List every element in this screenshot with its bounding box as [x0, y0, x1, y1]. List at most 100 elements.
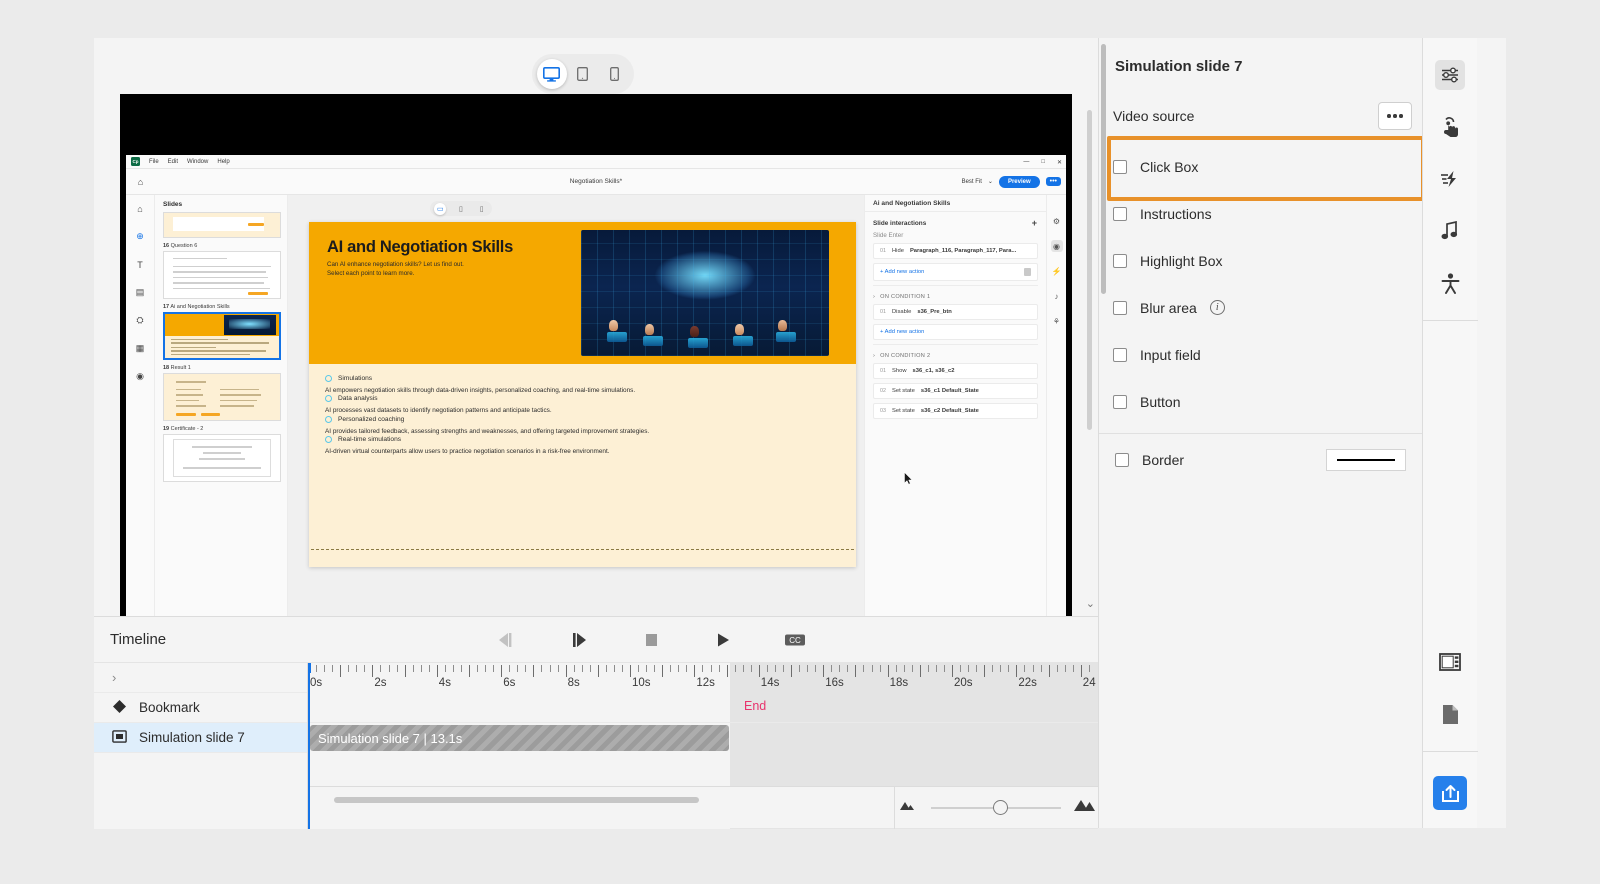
accessibility-icon[interactable]: [1435, 268, 1465, 298]
checkbox-border[interactable]: [1115, 453, 1129, 467]
slide-point[interactable]: Real-time simulations AI-driven virtual …: [325, 435, 842, 456]
menu-edit[interactable]: Edit: [168, 159, 178, 165]
checkbox-click-box[interactable]: [1113, 159, 1127, 174]
add-interaction-icon[interactable]: +: [1032, 218, 1037, 228]
condition-header[interactable]: › ON CONDITION 2: [865, 347, 1046, 363]
device-mobile-button[interactable]: [599, 59, 629, 89]
zoom-select[interactable]: Best Fit: [962, 179, 982, 185]
device-desktop-button[interactable]: [536, 59, 567, 89]
checkbox-row-highlight-box[interactable]: Highlight Box: [1099, 237, 1428, 284]
action-card[interactable]: 01 Disable s36_Pre_btn: [873, 304, 1038, 320]
inner-more-options-button[interactable]: •••: [1045, 177, 1061, 186]
radio-icon[interactable]: [325, 415, 332, 423]
checkbox-blur-area[interactable]: [1113, 300, 1127, 315]
slide-canvas[interactable]: AI and Negotiation Skills Can AI enhance…: [309, 222, 856, 567]
timeline-playhead[interactable]: [308, 663, 311, 829]
timing-bolt-icon[interactable]: [1435, 164, 1465, 194]
radio-icon[interactable]: [325, 395, 332, 403]
checkbox-row-input-field[interactable]: Input field: [1099, 331, 1428, 378]
stage-scrollbar[interactable]: [1087, 110, 1092, 430]
play-button[interactable]: [710, 629, 736, 651]
interactions-icon[interactable]: ◉: [1050, 240, 1063, 252]
home-icon[interactable]: ⌂: [133, 201, 148, 216]
widgets-icon[interactable]: ▦: [133, 341, 148, 356]
add-icon[interactable]: ⊕: [133, 229, 148, 244]
add-new-action-card[interactable]: + Add new action: [873, 324, 1038, 340]
trash-icon[interactable]: [1024, 268, 1031, 276]
checkbox-input-field[interactable]: [1113, 347, 1127, 362]
media-icon[interactable]: ▤: [133, 285, 148, 300]
maximize-icon[interactable]: □: [1041, 159, 1045, 165]
menu-help[interactable]: Help: [217, 159, 229, 165]
info-icon[interactable]: i: [1209, 300, 1225, 315]
zoom-out-icon[interactable]: [897, 798, 919, 817]
action-card[interactable]: 01 Hide Paragraph_116, Paragraph_117, Pa…: [873, 243, 1038, 259]
checkbox-row-instructions[interactable]: Instructions: [1099, 190, 1428, 237]
action-card[interactable]: 03 Set state s36_c2 Default_State: [873, 403, 1038, 419]
zoom-in-icon[interactable]: [1073, 798, 1097, 818]
states-icon[interactable]: ◉: [133, 369, 148, 384]
stop-button[interactable]: [638, 629, 664, 651]
timeline-bookmark-lane[interactable]: [308, 693, 1098, 723]
slide-thumbnail-item[interactable]: 19 Certificate - 2: [163, 426, 281, 482]
timeline-clip-simulation-slide-7[interactable]: Simulation slide 7 | 13.1s: [310, 725, 729, 751]
chevron-down-icon[interactable]: ⌄: [1086, 597, 1095, 610]
add-new-action-link[interactable]: + Add new action: [880, 329, 924, 335]
interaction-icon[interactable]: ⛭: [133, 313, 148, 328]
audio-music-icon[interactable]: [1435, 216, 1465, 246]
radio-icon[interactable]: [325, 375, 332, 382]
canvas-device-tablet[interactable]: ▯: [455, 203, 467, 215]
timeline-horizontal-scrollbar-track[interactable]: [308, 797, 896, 803]
chevron-down-icon[interactable]: ⌄: [988, 178, 993, 185]
chevron-right-icon[interactable]: ›: [873, 294, 875, 300]
timeline-ruler[interactable]: 0s 2s 4s 6s 8s 10s 12s 14s 16s 18s 20s 22s 24: [308, 663, 1098, 693]
checkbox-row-button[interactable]: Button: [1099, 378, 1428, 425]
timeline-expand-row[interactable]: ›: [94, 663, 307, 693]
radio-icon[interactable]: [325, 435, 332, 443]
preview-button[interactable]: Preview: [998, 175, 1040, 188]
slide-thumbnail-item[interactable]: 16 Question 6: [163, 243, 281, 299]
interactions-touch-icon[interactable]: [1435, 112, 1465, 142]
previous-frame-button[interactable]: [494, 629, 520, 651]
slide-thumbnail-item[interactable]: [163, 212, 281, 238]
slide-thumbnail[interactable]: [163, 251, 281, 299]
layout-panel-icon[interactable]: [1435, 647, 1465, 677]
checkbox-instructions[interactable]: [1113, 206, 1127, 221]
text-icon[interactable]: T: [133, 257, 148, 272]
menu-window[interactable]: Window: [187, 159, 208, 165]
border-style-swatch[interactable]: [1326, 449, 1406, 471]
audio-icon[interactable]: ♪: [1051, 290, 1063, 302]
slide-thumbnail[interactable]: [163, 373, 281, 421]
action-card[interactable]: 02 Set state s36_c1 Default_State: [873, 383, 1038, 399]
closed-captions-button[interactable]: CC: [782, 629, 808, 651]
device-tablet-button[interactable]: [568, 59, 598, 89]
canvas-device-desktop[interactable]: ▭: [434, 202, 447, 215]
timeline-row-bookmark[interactable]: Bookmark: [94, 693, 307, 723]
canvas-device-mobile[interactable]: ▯: [476, 203, 488, 215]
video-source-row[interactable]: Video source: [1111, 89, 1424, 143]
properties-icon[interactable]: ⚙: [1051, 215, 1063, 227]
slide-thumbnail-item[interactable]: 18 Result 1: [163, 365, 281, 421]
document-file-icon[interactable]: [1435, 699, 1465, 729]
properties-sliders-icon[interactable]: [1435, 60, 1465, 90]
device-preview-switcher[interactable]: [532, 54, 634, 94]
condition-header[interactable]: › ON CONDITION 1: [865, 288, 1046, 304]
slide-point[interactable]: Simulations AI empowers negotiation skil…: [325, 375, 842, 395]
add-new-action-card[interactable]: + Add new action: [873, 263, 1038, 281]
slide-thumbnail[interactable]: [163, 312, 281, 360]
video-preview-frame[interactable]: Cp File Edit Window Help — □ ✕ ⌂ Negotia…: [120, 94, 1072, 616]
action-card[interactable]: 01 Show s36_c1, s36_c2: [873, 363, 1038, 379]
checkbox-highlight-box[interactable]: [1113, 253, 1127, 268]
timeline-zoom-knob[interactable]: [992, 799, 1008, 815]
minimize-icon[interactable]: —: [1023, 159, 1029, 165]
timeline-row-simulation-slide-7[interactable]: Simulation slide 7: [94, 723, 307, 753]
accessibility-icon[interactable]: ⚘: [1051, 315, 1063, 327]
chevron-right-icon[interactable]: ›: [873, 353, 875, 359]
menu-file[interactable]: File: [149, 159, 159, 165]
timing-icon[interactable]: ⚡: [1051, 265, 1063, 277]
add-new-action-link[interactable]: + Add new action: [880, 269, 924, 275]
slide-point[interactable]: Personalized coaching AI provides tailor…: [325, 415, 842, 436]
timeline-zoom-slider[interactable]: [930, 799, 1061, 815]
chevron-right-icon[interactable]: ›: [112, 670, 116, 685]
next-frame-button[interactable]: [566, 629, 592, 651]
